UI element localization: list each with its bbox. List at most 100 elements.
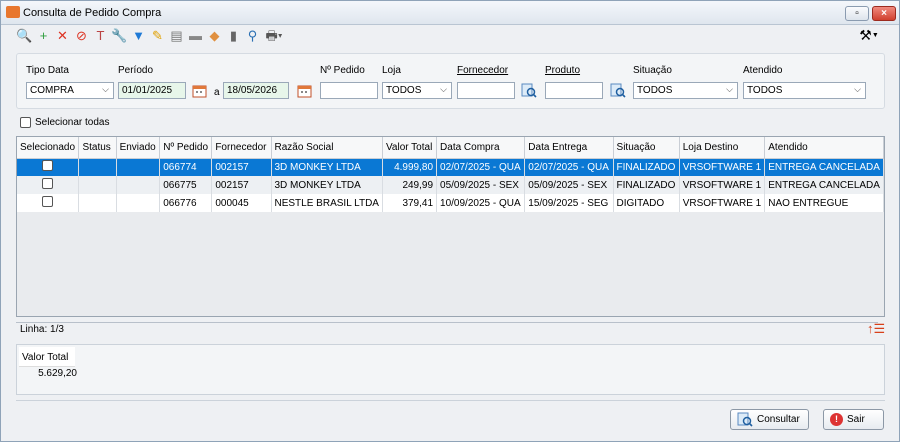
- status-cell: [78, 194, 117, 212]
- sort-icon[interactable]: ↑☰: [867, 322, 885, 336]
- hammer-icon[interactable]: T: [93, 28, 108, 43]
- sair-button[interactable]: ! Sair: [823, 409, 884, 430]
- cell-numero: 066776: [159, 194, 213, 212]
- atendido-select[interactable]: TODOS ⌵: [743, 82, 866, 99]
- status-bar: Linha: 1/3: [16, 322, 878, 336]
- calendar-to-button[interactable]: [296, 82, 313, 99]
- sheet-icon[interactable]: ▤: [169, 28, 184, 43]
- consultar-button[interactable]: Consultar: [730, 409, 809, 430]
- chevron-down-icon: ⌵: [102, 84, 109, 94]
- cancel-icon[interactable]: ⊘: [74, 28, 89, 43]
- filter-panel: Tipo Data COMPRA ⌵ Período 01/01/2025 a 1…: [16, 53, 885, 109]
- row-checkbox[interactable]: [42, 178, 54, 189]
- column-header[interactable]: Nº Pedido: [159, 137, 213, 159]
- main-window: Consulta de Pedido Compra ▫ × 🔍 + ✕ ⊘ T 🔧 ▼ ✎ ▤ ▬…: [0, 0, 900, 442]
- chevron-down-icon: ⌵: [440, 84, 447, 94]
- total-value: 5.629,20: [38, 368, 77, 379]
- cell-valor: 249,99: [382, 176, 438, 194]
- pedido-label: Nº Pedido: [320, 65, 365, 76]
- print-icon[interactable]: 🖶▾: [264, 28, 284, 43]
- column-header[interactable]: Status: [78, 137, 117, 159]
- checkbox-box[interactable]: [20, 117, 31, 128]
- cell-loja: VRSOFTWARE 1: [679, 158, 766, 176]
- tools-icon: ⚒: [859, 27, 872, 43]
- window-title: Consulta de Pedido Compra: [23, 7, 162, 19]
- column-header[interactable]: Atendido: [764, 137, 884, 159]
- fornecedor-link[interactable]: Fornecedor: [457, 65, 508, 76]
- fornecedor-input[interactable]: [457, 82, 515, 99]
- stamp-icon[interactable]: ▮: [226, 28, 241, 43]
- column-header[interactable]: Selecionado: [17, 137, 80, 159]
- atendido-value: TODOS: [747, 85, 783, 96]
- pedido-input[interactable]: [320, 82, 378, 99]
- delete-icon[interactable]: ✕: [55, 28, 70, 43]
- produto-input[interactable]: [545, 82, 603, 99]
- select-all-checkbox[interactable]: Selecionar todas: [20, 117, 110, 128]
- wrench-icon[interactable]: 🔧: [111, 28, 127, 43]
- tools-menu-button[interactable]: ⚒ ▼: [858, 28, 880, 43]
- search-doc-icon[interactable]: 🔍: [16, 28, 32, 43]
- title-bar: Consulta de Pedido Compra ▫ ×: [1, 1, 899, 25]
- calendar-from-button[interactable]: [191, 82, 208, 99]
- search-icon[interactable]: ⚲: [245, 28, 260, 43]
- table-row[interactable]: 066774 002157 3D MONKEY LTDA 4.999,80 02/07/…: [17, 158, 884, 176]
- loja-value: TODOS: [386, 85, 422, 96]
- edit-icon[interactable]: ✎: [150, 28, 165, 43]
- cell-compra: 02/07/2025 - QUA: [436, 158, 526, 176]
- cell-razao: 3D MONKEY LTDA: [271, 158, 383, 176]
- search-icon: [610, 83, 626, 98]
- cell-fornecedor: 002157: [211, 176, 272, 194]
- filter-icon[interactable]: ▼: [131, 28, 146, 43]
- situacao-select[interactable]: TODOS ⌵: [633, 82, 738, 99]
- calendar-icon: [297, 85, 312, 97]
- close-button[interactable]: ×: [872, 6, 896, 21]
- fornecedor-search-button[interactable]: [520, 82, 537, 99]
- tag-icon[interactable]: ◆: [207, 28, 222, 43]
- cell-razao: NESTLE BRASIL LTDA: [271, 194, 383, 212]
- total-label: Valor Total: [19, 347, 75, 367]
- consultar-label: Consultar: [757, 414, 800, 425]
- cell-atendido: ENTREGA CANCELADA: [764, 176, 884, 194]
- cell-compra: 10/09/2025 - QUA: [436, 194, 526, 212]
- tipo-data-select[interactable]: COMPRA ⌵: [26, 82, 114, 99]
- new-doc-icon[interactable]: +: [36, 28, 51, 43]
- enviado-cell: [116, 194, 161, 212]
- row-checkbox[interactable]: [42, 160, 54, 172]
- tipo-data-value: COMPRA: [30, 85, 74, 96]
- row-counter: Linha: 1/3: [20, 324, 64, 335]
- grid-header-row: Selecionado Status Enviado Nº Pedido Fornece…: [17, 137, 884, 159]
- situacao-label: Situação: [633, 65, 672, 76]
- folder-icon[interactable]: ▬: [188, 28, 203, 43]
- column-header[interactable]: Razão Social: [271, 137, 383, 159]
- calendar-icon: [192, 85, 207, 97]
- sair-label: Sair: [847, 414, 865, 425]
- cell-valor: 4.999,80: [382, 158, 438, 176]
- column-header[interactable]: Enviado: [116, 137, 161, 159]
- column-header[interactable]: Data Entrega: [524, 137, 614, 159]
- column-header[interactable]: Situação: [613, 137, 680, 159]
- table-row[interactable]: 066776 000045 NESTLE BRASIL LTDA 379,41 10/0…: [17, 194, 884, 212]
- maximize-button[interactable]: ▫: [845, 6, 869, 21]
- row-select-cell[interactable]: [17, 194, 80, 212]
- enviado-cell: [116, 158, 161, 176]
- row-select-cell[interactable]: [17, 176, 80, 194]
- periodo-separator: a: [214, 87, 220, 98]
- enviado-cell: [116, 176, 161, 194]
- row-select-cell[interactable]: [17, 158, 80, 176]
- column-header[interactable]: Fornecedor: [211, 137, 272, 159]
- loja-select[interactable]: TODOS ⌵: [382, 82, 452, 99]
- produto-link[interactable]: Produto: [545, 65, 580, 76]
- column-header[interactable]: Loja Destino: [679, 137, 766, 159]
- periodo-to-input[interactable]: 18/05/2026: [223, 82, 289, 99]
- row-checkbox[interactable]: [42, 196, 54, 207]
- cell-razao: 3D MONKEY LTDA: [271, 176, 383, 194]
- cell-situacao: FINALIZADO: [613, 176, 680, 194]
- cell-compra: 05/09/2025 - SEX: [436, 176, 526, 194]
- totals-panel: Valor Total 5.629,20: [16, 344, 885, 395]
- column-header[interactable]: Valor Total: [382, 137, 438, 159]
- search-icon: [737, 412, 753, 427]
- produto-search-button[interactable]: [609, 82, 626, 99]
- column-header[interactable]: Data Compra: [436, 137, 526, 159]
- periodo-from-input[interactable]: 01/01/2025: [118, 82, 186, 99]
- table-row[interactable]: 066775 002157 3D MONKEY LTDA 249,99 05/09/20…: [17, 176, 884, 194]
